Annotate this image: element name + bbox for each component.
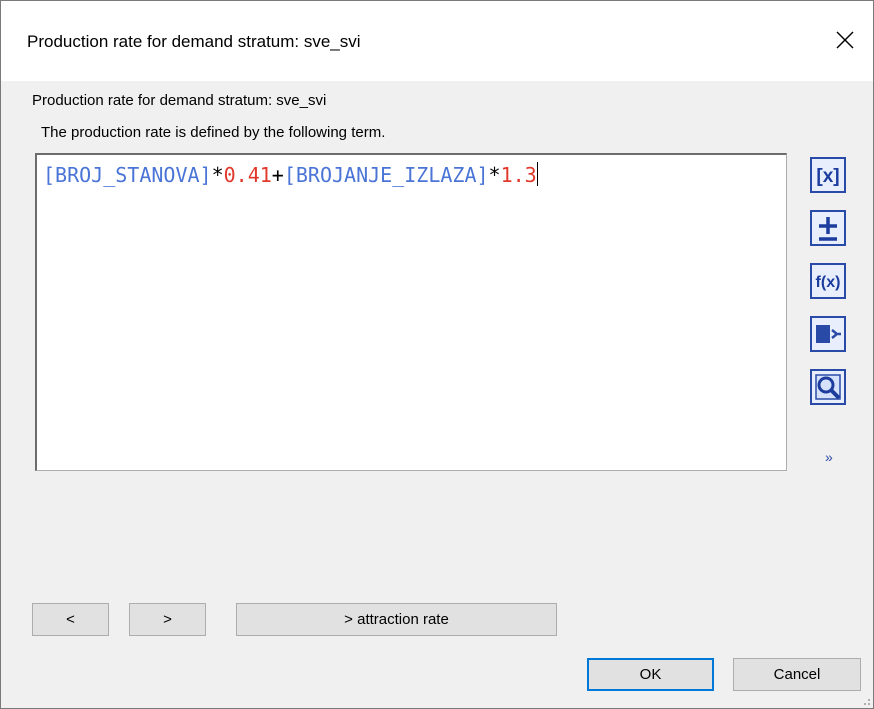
dialog-window: Production rate for demand stratum: sve_… [0,0,874,709]
insert-reference-icon [816,325,841,343]
title-bar: Production rate for demand stratum: sve_… [1,1,873,81]
term-token-var: [BROJ_STANOVA] [43,163,212,187]
preview-icon [815,374,841,400]
text-caret [536,162,538,186]
term-text: [BROJ_STANOVA]*0.41+[BROJANJE_IZLAZA]*1.… [43,161,538,189]
term-token-op: + [271,163,284,187]
preview-button[interactable] [810,369,846,405]
window-title: Production rate for demand stratum: sve_… [27,32,361,51]
description-label: The production rate is defined by the fo… [41,124,386,141]
close-icon [836,31,854,49]
term-editor[interactable]: [BROJ_STANOVA]*0.41+[BROJANJE_IZLAZA]*1.… [35,153,787,471]
svg-text:f(x): f(x) [816,274,841,291]
next-button[interactable]: > [129,603,206,636]
insert-operator-icon [819,217,837,241]
insert-function-button[interactable]: f(x) [810,263,846,299]
heading-label: Production rate for demand stratum: sve_… [32,92,327,109]
previous-button[interactable]: < [32,603,109,636]
term-token-op: * [211,163,224,187]
insert-operator-button[interactable] [810,210,846,246]
insert-attribute-icon: [x] [816,166,839,187]
term-token-var: [BROJANJE_IZLAZA] [283,163,489,187]
ok-button[interactable]: OK [587,658,714,691]
insert-reference-button[interactable] [810,316,846,352]
attraction-rate-button[interactable]: > attraction rate [236,603,557,636]
cancel-button[interactable]: Cancel [733,658,861,691]
svg-text:[x]: [x] [816,166,839,187]
insert-function-icon: f(x) [816,274,841,291]
term-token-num: 1.3 [500,163,537,187]
more-tools-button[interactable]: » [825,449,833,465]
insert-attribute-button[interactable]: [x] [810,157,846,193]
term-token-num: 0.41 [223,163,272,187]
side-toolbar: [x] f(x) [808,157,850,422]
resize-grip-icon[interactable] [861,696,871,706]
term-token-op: * [488,163,501,187]
close-button[interactable] [817,11,873,69]
